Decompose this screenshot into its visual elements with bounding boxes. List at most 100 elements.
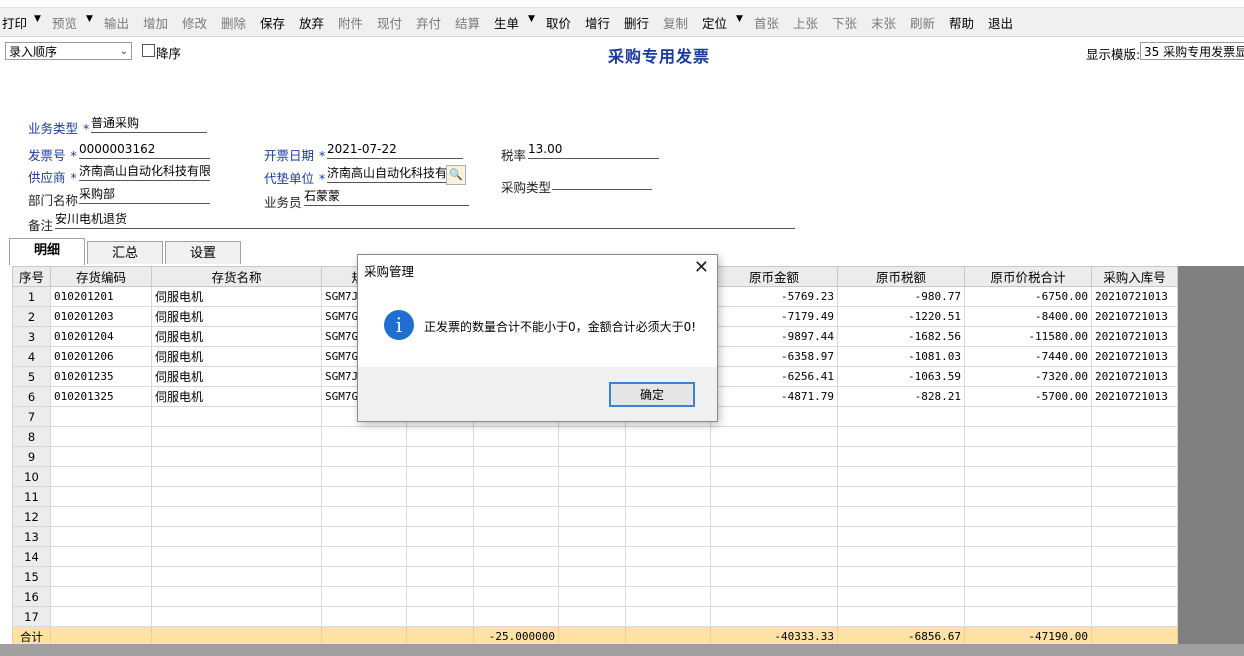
inbound-no-cell[interactable]: 20210721013: [1091, 386, 1178, 407]
empty-cell[interactable]: [837, 486, 965, 507]
empty-cell[interactable]: [406, 426, 474, 447]
table-row[interactable]: 13: [12, 526, 1178, 547]
empty-cell[interactable]: [625, 566, 711, 587]
column-header[interactable]: 原币价税合计: [964, 266, 1092, 287]
empty-cell[interactable]: [406, 506, 474, 527]
empty-cell[interactable]: [50, 446, 152, 467]
empty-cell[interactable]: [50, 606, 152, 627]
empty-cell[interactable]: [50, 526, 152, 547]
empty-cell[interactable]: [964, 586, 1092, 607]
empty-cell[interactable]: [1091, 546, 1178, 567]
inventory-name-cell[interactable]: 伺服电机: [151, 326, 322, 347]
inbound-no-cell[interactable]: 20210721013: [1091, 306, 1178, 327]
empty-cell[interactable]: [151, 486, 322, 507]
empty-cell[interactable]: [151, 526, 322, 547]
purchase-type-field[interactable]: [552, 173, 652, 190]
print-button[interactable]: 打印: [2, 13, 27, 32]
invoice-date-field[interactable]: 2021-07-22: [327, 142, 463, 159]
preview-button[interactable]: 预览: [52, 13, 77, 32]
delete-button[interactable]: 删除: [221, 13, 246, 32]
empty-cell[interactable]: [964, 566, 1092, 587]
empty-cell[interactable]: [1091, 506, 1178, 527]
empty-cell[interactable]: [151, 406, 322, 427]
empty-cell[interactable]: [406, 446, 474, 467]
amount-cell[interactable]: -7179.49: [710, 306, 838, 327]
invoice-no-field[interactable]: 0000003162: [79, 142, 210, 159]
empty-cell[interactable]: [321, 586, 407, 607]
empty-cell[interactable]: [964, 406, 1092, 427]
business-type-field[interactable]: 普通采购: [91, 116, 207, 133]
tax-cell[interactable]: -1220.51: [837, 306, 965, 327]
empty-cell[interactable]: [837, 406, 965, 427]
inbound-no-cell[interactable]: 20210721013: [1091, 366, 1178, 387]
empty-cell[interactable]: [473, 486, 559, 507]
preview-dropdown-icon[interactable]: ▼: [86, 14, 93, 24]
column-header[interactable]: 存货编码: [50, 266, 152, 287]
empty-cell[interactable]: [1091, 446, 1178, 467]
empty-cell[interactable]: [964, 606, 1092, 627]
total-cell[interactable]: -6750.00: [964, 286, 1092, 307]
empty-cell[interactable]: [558, 586, 626, 607]
empty-cell[interactable]: [1091, 566, 1178, 587]
empty-cell[interactable]: [625, 446, 711, 467]
empty-cell[interactable]: [710, 546, 838, 567]
empty-cell[interactable]: [837, 606, 965, 627]
empty-cell[interactable]: [964, 526, 1092, 547]
output-button[interactable]: 输出: [104, 13, 129, 32]
generate-order-button[interactable]: 生单: [494, 13, 519, 32]
inventory-name-cell[interactable]: 伺服电机: [151, 286, 322, 307]
inbound-no-cell[interactable]: 20210721013: [1091, 346, 1178, 367]
total-cell[interactable]: -5700.00: [964, 386, 1092, 407]
amount-cell[interactable]: -9897.44: [710, 326, 838, 347]
total-cell[interactable]: -7440.00: [964, 346, 1092, 367]
table-row[interactable]: 10: [12, 466, 1178, 487]
empty-cell[interactable]: [837, 526, 965, 547]
empty-cell[interactable]: [837, 586, 965, 607]
empty-cell[interactable]: [321, 426, 407, 447]
inventory-code-cell[interactable]: 010201325: [50, 386, 152, 407]
table-row[interactable]: 15: [12, 566, 1178, 587]
fetch-price-button[interactable]: 取价: [546, 13, 571, 32]
ok-button[interactable]: 确定: [609, 382, 695, 407]
amount-cell[interactable]: -4871.79: [710, 386, 838, 407]
prev-button[interactable]: 上张: [793, 13, 818, 32]
locate-button[interactable]: 定位: [702, 13, 727, 32]
empty-cell[interactable]: [473, 426, 559, 447]
empty-cell[interactable]: [625, 546, 711, 567]
tab-settings[interactable]: 设置: [165, 241, 241, 264]
empty-cell[interactable]: [625, 526, 711, 547]
empty-cell[interactable]: [558, 466, 626, 487]
empty-cell[interactable]: [151, 426, 322, 447]
inventory-code-cell[interactable]: 010201235: [50, 366, 152, 387]
empty-cell[interactable]: [473, 586, 559, 607]
table-row[interactable]: 11: [12, 486, 1178, 507]
empty-cell[interactable]: [558, 506, 626, 527]
empty-cell[interactable]: [321, 546, 407, 567]
empty-cell[interactable]: [558, 606, 626, 627]
empty-cell[interactable]: [964, 486, 1092, 507]
print-dropdown-icon[interactable]: ▼: [34, 14, 41, 24]
inbound-no-cell[interactable]: 20210721013: [1091, 326, 1178, 347]
empty-cell[interactable]: [50, 586, 152, 607]
empty-cell[interactable]: [837, 566, 965, 587]
empty-cell[interactable]: [625, 506, 711, 527]
template-select[interactable]: 35 采购专用发票显示模版: [1140, 42, 1244, 60]
empty-cell[interactable]: [1091, 466, 1178, 487]
tax-cell[interactable]: -1682.56: [837, 326, 965, 347]
empty-cell[interactable]: [710, 446, 838, 467]
save-button[interactable]: 保存: [260, 13, 285, 32]
empty-cell[interactable]: [964, 546, 1092, 567]
empty-cell[interactable]: [473, 606, 559, 627]
department-field[interactable]: 采购部: [79, 187, 210, 204]
empty-cell[interactable]: [1091, 426, 1178, 447]
column-header[interactable]: 采购入库号: [1091, 266, 1178, 287]
delete-row-button[interactable]: 删行: [624, 13, 649, 32]
inventory-name-cell[interactable]: 伺服电机: [151, 346, 322, 367]
amount-cell[interactable]: -5769.23: [710, 286, 838, 307]
empty-cell[interactable]: [50, 406, 152, 427]
empty-cell[interactable]: [50, 506, 152, 527]
last-button[interactable]: 末张: [871, 13, 896, 32]
amount-cell[interactable]: -6358.97: [710, 346, 838, 367]
empty-cell[interactable]: [406, 606, 474, 627]
empty-cell[interactable]: [50, 426, 152, 447]
